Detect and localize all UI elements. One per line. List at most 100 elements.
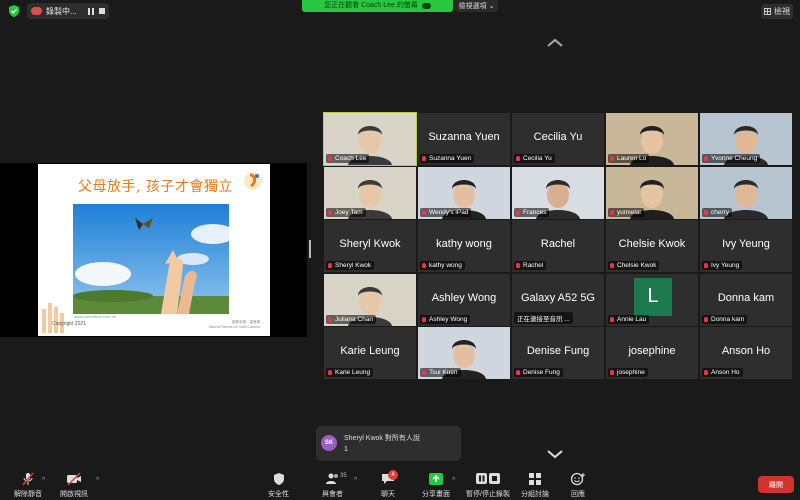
participant-name-label: Ashley Wong — [420, 314, 471, 324]
participant-tile[interactable]: Denise Fung Denise Fung — [512, 327, 604, 379]
participant-tile[interactable]: Ivy Yeung Ivy Yeung — [700, 220, 792, 272]
participant-tile[interactable]: L Annie Lau — [606, 273, 698, 326]
start-video-button[interactable]: 開啟視訊 — [60, 472, 88, 499]
pause-stop-recording-label: 暫停/停止錄製 — [466, 491, 510, 498]
participant-tile[interactable]: Ashley Wong Ashley Wong — [418, 273, 510, 326]
participant-tile[interactable]: Suzanna Yuen Suzanna Yuen — [418, 113, 510, 165]
pause-stop-recording-button[interactable]: 暫停/停止錄製 — [466, 472, 510, 499]
participant-display-name: Denise Fung — [526, 345, 590, 357]
slide-photo-hands-butterfly — [73, 204, 229, 314]
participant-tile[interactable]: yumielai — [606, 166, 698, 219]
split-view-resize-handle[interactable] — [309, 240, 311, 258]
gallery-page-down-icon[interactable] — [546, 449, 564, 459]
participant-name-label: Chelsie Kwok — [608, 261, 660, 270]
participant-name-label: yumielai — [608, 207, 644, 217]
participant-tile[interactable]: Frances — [512, 166, 604, 219]
slide-credit: 圖像來源：香港清 Alberta Parents for Child Caree… — [208, 320, 260, 330]
participants-label: 與會者 — [322, 491, 343, 498]
participant-display-name: Galaxy A52 5G — [521, 291, 595, 304]
view-options-button[interactable]: 檢視選項 ⌄ — [455, 0, 498, 12]
view-button[interactable]: 檢視 — [761, 4, 793, 19]
participants-icon — [325, 473, 338, 484]
cloud-recording-icon — [31, 7, 42, 15]
pause-stop-icon — [475, 473, 500, 484]
participant-name-label: cherry — [702, 207, 733, 217]
participant-tile[interactable]: Rachel Rachel — [512, 220, 604, 272]
chat-unread-badge: 4 — [388, 470, 398, 480]
participant-tile[interactable]: Chelsie Kwok Chelsie Kwok — [606, 220, 698, 272]
participants-options-caret[interactable]: ^ — [354, 477, 357, 484]
participant-name-label: kathy wong — [420, 261, 465, 270]
participant-tile[interactable]: Galaxy A52 5G 正在連接至音訊 ... — [512, 273, 604, 326]
viewing-banner-text: 您正在觀看 Coach Lee 的螢幕 — [324, 2, 418, 9]
participants-button[interactable]: 35 與會者 — [322, 472, 347, 499]
top-bar: 錄製中... 您正在觀看 Coach Lee 的螢幕 檢視選項 ⌄ 檢視 — [0, 0, 800, 22]
smiley-plus-icon — [570, 472, 585, 486]
share-screen-icon — [429, 473, 443, 485]
shared-slide: 父母放手, 孩子才會獨立 www.parentfree.com.hk Copyr… — [38, 164, 270, 336]
security-shield-icon[interactable] — [7, 4, 21, 18]
participant-name-label: Coach Lee — [326, 154, 370, 163]
viewing-screen-banner: 您正在觀看 Coach Lee 的螢幕 — [302, 0, 453, 12]
participant-display-name: Sheryl Kwok — [339, 238, 401, 250]
participant-display-name: Ashley Wong — [431, 291, 497, 304]
participant-display-name: Suzanna Yuen — [428, 131, 500, 143]
stop-recording-icon[interactable] — [99, 7, 105, 14]
participant-tile[interactable]: Donna kam Donna kam — [700, 273, 792, 326]
participant-display-name: Anson Ho — [721, 345, 771, 357]
participant-tile[interactable]: Lauren Lo — [606, 113, 698, 165]
participant-tile[interactable]: Cecilia Yu Cecilia Yu — [512, 113, 604, 165]
participant-tile[interactable]: Tsui Kuen — [418, 327, 510, 379]
chat-notification[interactable]: SK Sheryl Kwok 對所有人說 1 — [316, 426, 461, 461]
view-button-label: 檢視 — [774, 7, 790, 16]
participant-tile[interactable]: Coach Lee — [323, 112, 417, 166]
participant-tile[interactable]: cherry — [700, 166, 792, 219]
slide-copyright: Copyright 2021 — [52, 321, 86, 327]
participant-tile[interactable]: Wendy's iPad — [418, 166, 510, 219]
participant-name-label: Joey Tam — [326, 207, 366, 217]
avatar: SK — [321, 435, 337, 451]
participant-tile[interactable]: Karie Leung Karie Leung — [324, 327, 416, 379]
participant-display-name: Cecilia Yu — [533, 131, 583, 143]
participant-name-label: Frances — [514, 207, 550, 217]
share-screen-label: 分享畫面 — [422, 491, 450, 498]
chat-button[interactable]: 4 聊天 — [380, 470, 398, 499]
avatar: L — [634, 277, 672, 316]
unmute-label: 解除靜音 — [14, 491, 42, 498]
pause-recording-icon[interactable] — [88, 7, 94, 15]
participant-display-name: kathy wong — [436, 238, 492, 250]
share-options-caret[interactable]: ^ — [452, 477, 455, 484]
microphone-muted-icon — [22, 472, 34, 486]
participant-tile[interactable]: kathy wong kathy wong — [418, 220, 510, 272]
participant-tile[interactable]: Joey Tam — [324, 166, 416, 219]
participant-tile[interactable]: Juliana Chan — [324, 273, 416, 326]
gallery-page-up-icon[interactable] — [546, 38, 564, 48]
leave-button[interactable]: 離開 — [758, 476, 794, 493]
share-screen-button[interactable]: 分享畫面 — [422, 472, 450, 499]
video-options-caret[interactable]: ^ — [96, 477, 99, 484]
participant-tile[interactable]: Sheryl Kwok Sheryl Kwok — [324, 220, 416, 272]
participant-tile[interactable]: Anson Ho Anson Ho — [700, 327, 792, 379]
breakout-rooms-icon — [529, 473, 541, 485]
organization-logo-icon — [244, 172, 262, 190]
participant-tile[interactable]: Yvonne Cheung — [700, 113, 792, 165]
participant-tile[interactable]: josephine josephine — [606, 327, 698, 379]
unmute-button[interactable]: 解除靜音 — [14, 472, 42, 499]
chat-message: 1 — [344, 446, 348, 453]
audio-options-caret[interactable]: ^ — [42, 477, 45, 484]
participant-name-label: Karie Leung — [326, 368, 374, 377]
reactions-label: 回應 — [571, 491, 585, 498]
breakout-rooms-button[interactable]: 分組討論 — [521, 472, 549, 499]
security-button[interactable]: 安全性 — [268, 472, 289, 499]
participant-name-label: Anson Ho — [702, 368, 743, 377]
reactions-button[interactable]: 回應 — [570, 472, 586, 499]
participant-name-label: Ivy Yeung — [702, 261, 743, 270]
grid-view-icon — [764, 8, 771, 15]
slide-url: www.parentfree.com.hk — [74, 314, 116, 319]
participant-name-label: Rachel — [514, 261, 547, 270]
participant-name-label: Cecilia Yu — [514, 154, 555, 163]
chat-label: 聊天 — [381, 491, 395, 498]
participant-name-label: 正在連接至音訊 ... — [514, 311, 573, 324]
participant-name-label: josephine — [608, 368, 648, 377]
view-options-label: 檢視選項 — [458, 3, 487, 10]
